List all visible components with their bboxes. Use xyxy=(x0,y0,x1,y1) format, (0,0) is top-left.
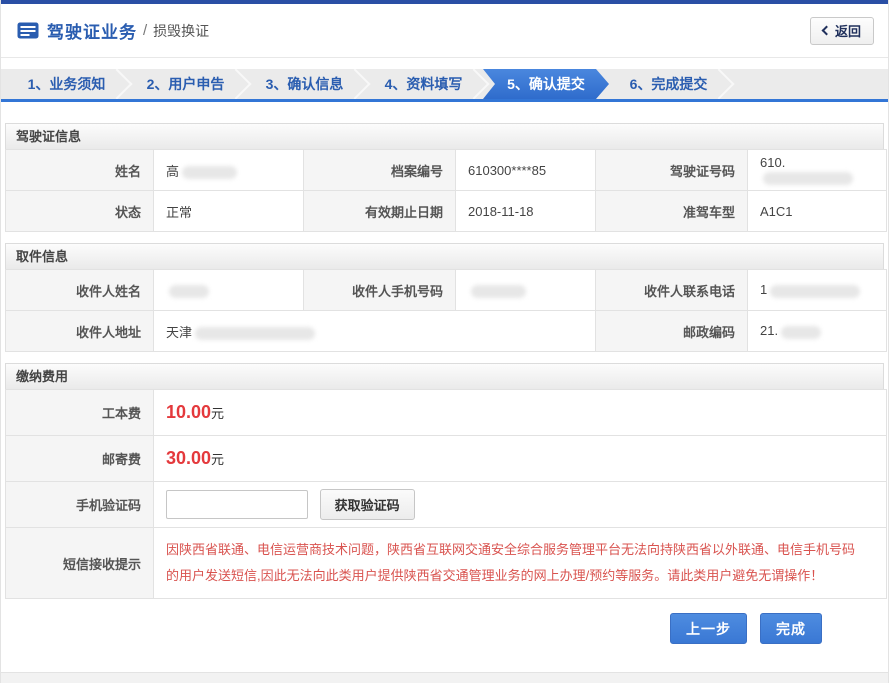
finish-button[interactable]: 完成 xyxy=(760,613,822,644)
breadcrumb: 驾驶证业务 / 损毁换证 xyxy=(17,18,209,43)
mailing-fee-amount: 30.00 xyxy=(166,448,211,468)
field-label-name: 姓名 xyxy=(6,150,154,191)
sms-notice-text: 因陕西省联通、电信运营商技术问题，陕西省互联网交通安全综合服务管理平台无法向持陕… xyxy=(154,528,887,599)
section-pickup-info: 取件信息 收件人姓名 收件人手机号码 收件人联系电话 1 收件人地址 天津 邮政… xyxy=(5,243,884,352)
field-value-production-fee: 10.00元 xyxy=(154,390,887,436)
section-title-pickup: 取件信息 xyxy=(5,243,884,269)
previous-step-button[interactable]: 上一步 xyxy=(670,613,747,644)
field-value-mailing-fee: 30.00元 xyxy=(154,436,887,482)
page-title: 驾驶证业务 xyxy=(47,18,137,43)
step-tab-6[interactable]: 6、完成提交 xyxy=(609,69,728,99)
field-value-recipient-mobile xyxy=(456,270,596,311)
section-fees: 缴纳费用 工本费 10.00元 邮寄费 30.00元 手机验证码 获取验证码 xyxy=(5,363,884,599)
field-label-recipient-phone: 收件人联系电话 xyxy=(596,270,748,311)
table-row: 姓名 高 档案编号 610300****85 驾驶证号码 610. xyxy=(6,150,887,191)
redacted-blob xyxy=(169,285,209,298)
section-license-info: 驾驶证信息 姓名 高 档案编号 610300****85 驾驶证号码 610. … xyxy=(5,123,884,232)
table-row: 邮寄费 30.00元 xyxy=(6,436,887,482)
breadcrumb-current: 损毁换证 xyxy=(153,21,209,41)
back-button-label: 返回 xyxy=(835,21,861,40)
table-row: 手机验证码 获取验证码 xyxy=(6,482,887,528)
step-tab-2[interactable]: 2、用户申告 xyxy=(126,69,245,99)
redacted-blob xyxy=(763,172,853,185)
field-value-recipient-phone: 1 xyxy=(748,270,887,311)
step-tab-5-active[interactable]: 5、确认提交 xyxy=(483,69,609,99)
step-tab-3[interactable]: 3、确认信息 xyxy=(245,69,364,99)
fee-unit: 元 xyxy=(211,452,224,467)
table-row: 工本费 10.00元 xyxy=(6,390,887,436)
field-label-status: 状态 xyxy=(6,191,154,232)
field-label-expiry-date: 有效期止日期 xyxy=(304,191,456,232)
fees-table: 工本费 10.00元 邮寄费 30.00元 手机验证码 获取验证码 短信接收提示 xyxy=(5,389,887,599)
field-label-recipient-address: 收件人地址 xyxy=(6,311,154,352)
pickup-info-table: 收件人姓名 收件人手机号码 收件人联系电话 1 收件人地址 天津 邮政编码 21… xyxy=(5,269,887,352)
field-label-sms-notice: 短信接收提示 xyxy=(6,528,154,599)
field-value-license-number: 610. xyxy=(748,150,887,191)
sms-code-cell: 获取验证码 xyxy=(154,482,887,528)
sms-code-input[interactable] xyxy=(166,490,308,519)
field-label-production-fee: 工本费 xyxy=(6,390,154,436)
field-label-sms-code: 手机验证码 xyxy=(6,482,154,528)
redacted-blob xyxy=(182,166,237,179)
field-value-recipient-address: 天津 xyxy=(154,311,596,352)
get-sms-code-button[interactable]: 获取验证码 xyxy=(320,489,415,520)
section-title-fees: 缴纳费用 xyxy=(5,363,884,389)
redacted-blob xyxy=(471,285,526,298)
step-tabs: 1、业务须知 2、用户申告 3、确认信息 4、资料填写 5、确认提交 6、完成提… xyxy=(1,69,888,102)
license-info-table: 姓名 高 档案编号 610300****85 驾驶证号码 610. 状态 正常 … xyxy=(5,149,887,232)
license-card-icon xyxy=(17,22,39,39)
field-label-vehicle-class: 准驾车型 xyxy=(596,191,748,232)
field-label-recipient-name: 收件人姓名 xyxy=(6,270,154,311)
field-label-mailing-fee: 邮寄费 xyxy=(6,436,154,482)
step-tab-1[interactable]: 1、业务须知 xyxy=(7,69,126,99)
section-title-license: 驾驶证信息 xyxy=(5,123,884,149)
footer-actions: 上一步 完成 xyxy=(5,599,884,644)
field-label-postal-code: 邮政编码 xyxy=(596,311,748,352)
main-content: 驾驶证信息 姓名 高 档案编号 610300****85 驾驶证号码 610. … xyxy=(1,123,888,644)
step-tab-4[interactable]: 4、资料填写 xyxy=(364,69,483,99)
fee-unit: 元 xyxy=(211,406,224,421)
table-row: 收件人姓名 收件人手机号码 收件人联系电话 1 xyxy=(6,270,887,311)
table-row: 短信接收提示 因陕西省联通、电信运营商技术问题，陕西省互联网交通安全综合服务管理… xyxy=(6,528,887,599)
production-fee-amount: 10.00 xyxy=(166,402,211,422)
field-label-recipient-mobile: 收件人手机号码 xyxy=(304,270,456,311)
field-label-file-number: 档案编号 xyxy=(304,150,456,191)
field-value-expiry-date: 2018-11-18 xyxy=(456,191,596,232)
field-value-vehicle-class: A1C1 xyxy=(748,191,887,232)
field-value-name: 高 xyxy=(154,150,304,191)
redacted-blob xyxy=(770,285,860,298)
page-bottom-strip xyxy=(1,672,888,683)
back-button[interactable]: 返回 xyxy=(810,17,874,45)
field-value-status: 正常 xyxy=(154,191,304,232)
field-value-file-number: 610300****85 xyxy=(456,150,596,191)
field-value-postal-code: 21. xyxy=(748,311,887,352)
redacted-blob xyxy=(195,327,315,340)
table-row: 收件人地址 天津 邮政编码 21. xyxy=(6,311,887,352)
page: 驾驶证业务 / 损毁换证 返回 1、业务须知 2、用户申告 3、确认信息 4、资… xyxy=(0,0,889,683)
header: 驾驶证业务 / 损毁换证 返回 xyxy=(1,4,888,58)
field-label-license-number: 驾驶证号码 xyxy=(596,150,748,191)
redacted-blob xyxy=(781,326,821,339)
breadcrumb-separator: / xyxy=(143,22,147,39)
field-value-recipient-name xyxy=(154,270,304,311)
table-row: 状态 正常 有效期止日期 2018-11-18 准驾车型 A1C1 xyxy=(6,191,887,232)
chevron-left-icon xyxy=(822,26,832,36)
